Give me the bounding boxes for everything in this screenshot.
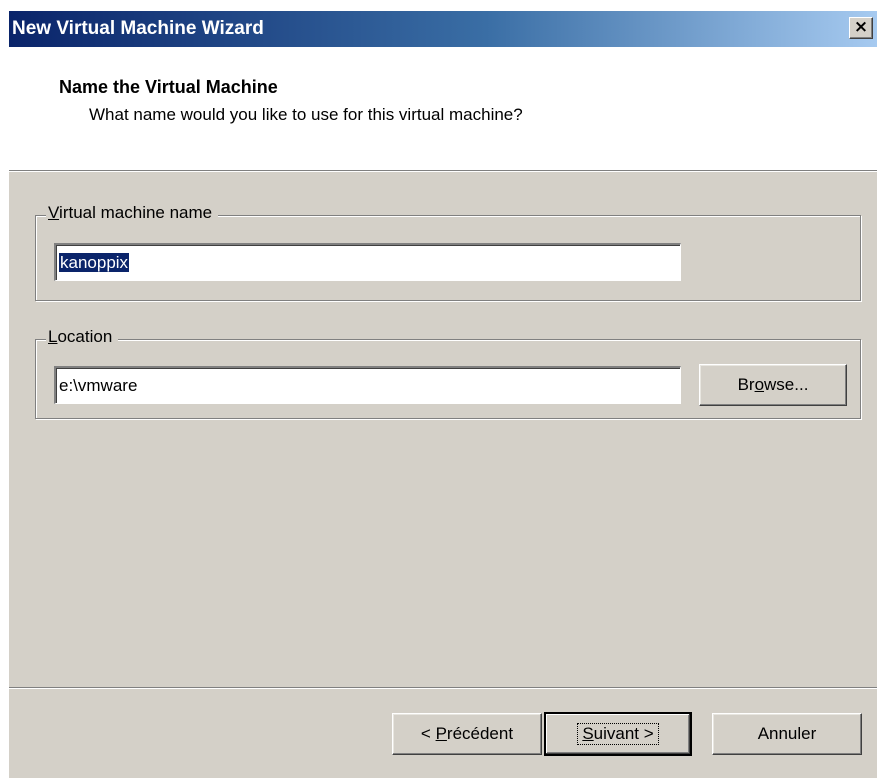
browse-label-pre: Br: [737, 375, 755, 394]
window-title: New Virtual Machine Wizard: [12, 18, 264, 39]
next-label-accel: S: [582, 724, 594, 743]
back-label-pre: <: [420, 724, 436, 743]
title-bar[interactable]: New Virtual Machine Wizard ×: [9, 11, 877, 47]
back-label-post: récédent: [446, 724, 514, 743]
location-label: Location: [46, 327, 119, 347]
next-button[interactable]: Suivant >: [544, 712, 692, 756]
back-button[interactable]: < Précédent: [392, 713, 542, 755]
next-focus-ring: Suivant >: [577, 723, 659, 745]
page-subtitle: What name would you like to use for this…: [89, 105, 523, 124]
page-title: Name the Virtual Machine: [59, 77, 278, 97]
browse-label-post: wse...: [764, 375, 809, 394]
location-value: e:\vmware: [59, 376, 138, 395]
close-icon: ×: [853, 17, 869, 37]
location-input[interactable]: e:\vmware: [54, 366, 681, 404]
footer-separator: [9, 687, 877, 689]
vm-name-label: Virtual machine name: [46, 203, 219, 223]
wizard-window: New Virtual Machine Wizard × Name the Vi…: [9, 11, 877, 778]
next-label-post: uivant >: [593, 724, 654, 743]
vm-name-input[interactable]: kanoppix: [54, 243, 681, 281]
wizard-header: Name the Virtual Machine What name would…: [9, 47, 877, 171]
cancel-button[interactable]: Annuler: [712, 713, 862, 755]
location-label-text: ocation: [57, 327, 113, 346]
location-group: Location e:\vmware Browse...: [35, 327, 861, 419]
browse-button[interactable]: Browse...: [699, 364, 847, 406]
vm-name-label-accel: V: [48, 203, 60, 222]
vm-name-label-text: irtual machine name: [59, 203, 213, 222]
vm-name-group: Virtual machine name kanoppix: [35, 203, 861, 301]
vm-name-value: kanoppix: [57, 252, 131, 273]
close-button[interactable]: ×: [849, 17, 873, 39]
browse-label-accel: o: [754, 375, 765, 394]
back-label-accel: P: [435, 724, 447, 743]
